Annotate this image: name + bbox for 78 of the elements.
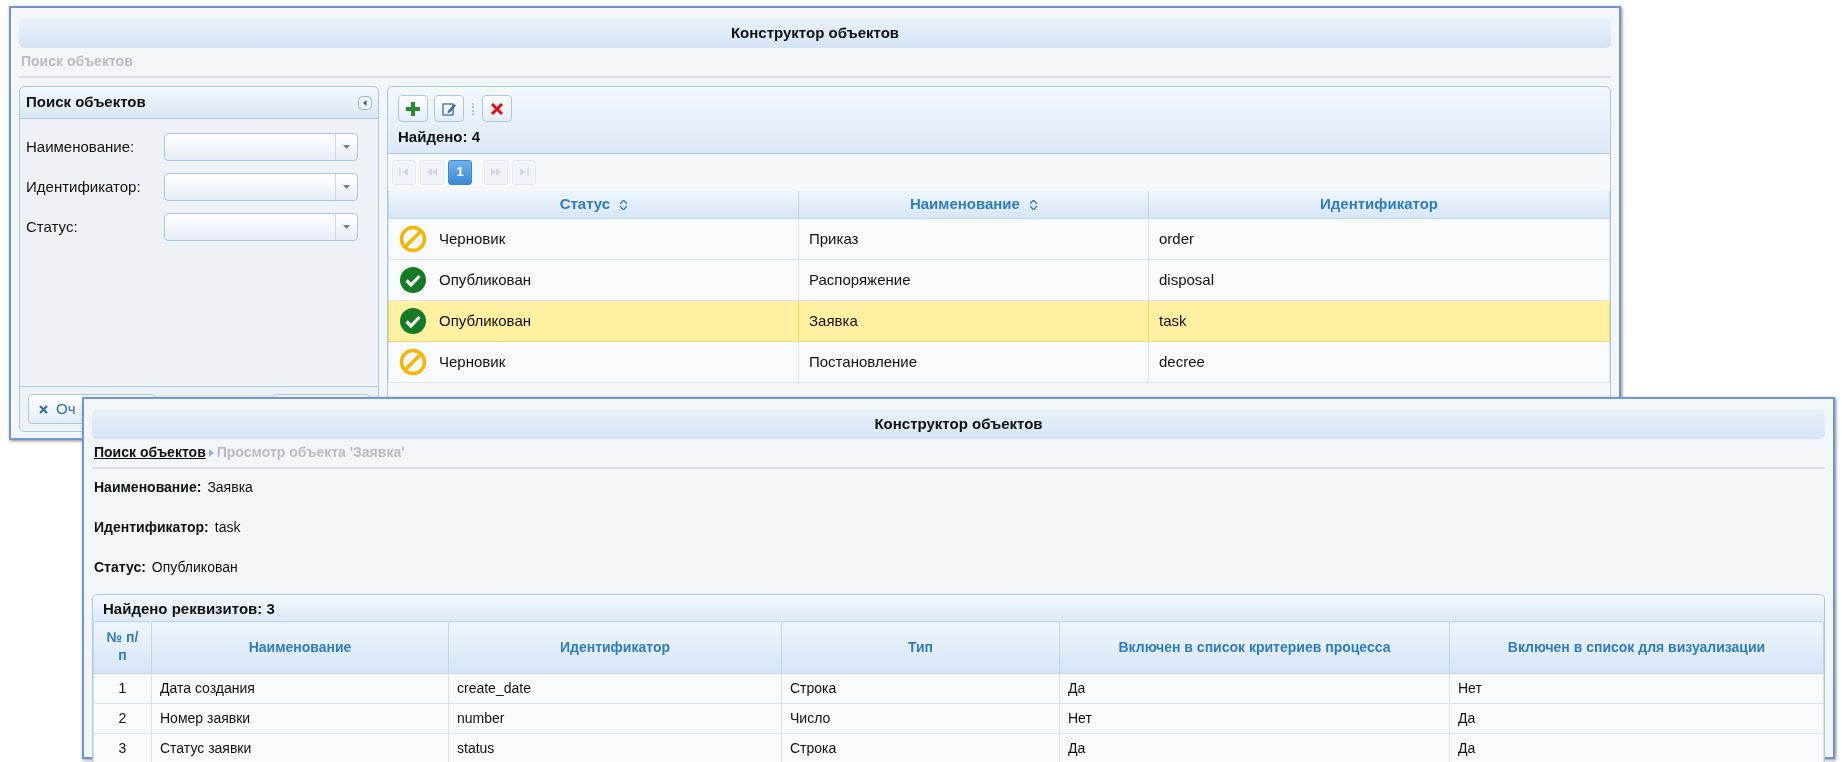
sort-icon xyxy=(1030,200,1038,211)
table-cell: 3 xyxy=(93,733,152,762)
table-cell: Заявка xyxy=(798,300,1149,342)
edit-button[interactable] xyxy=(434,95,464,122)
add-button[interactable] xyxy=(398,95,428,122)
field-label: Наименование: xyxy=(26,136,136,157)
status-label: Черновик xyxy=(439,351,506,372)
table-cell: decree xyxy=(1148,341,1610,383)
field-label: Наименование: xyxy=(94,479,202,495)
table-cell: task xyxy=(1148,300,1610,342)
result-count: Найдено: 4 xyxy=(398,127,481,147)
table-cell: Да xyxy=(1059,733,1450,762)
table-cell: Дата создания xyxy=(151,673,449,704)
table-cell: number xyxy=(448,703,782,734)
table-cell: 1 xyxy=(93,673,152,704)
table-cell: Да xyxy=(1059,673,1450,704)
column-header[interactable]: Наименование xyxy=(798,190,1149,219)
column-header: Наименование xyxy=(151,621,449,674)
column-header: Идентификатор xyxy=(448,621,782,674)
close-icon xyxy=(491,102,503,115)
table-cell: order xyxy=(1148,218,1610,260)
page-button[interactable]: 1 xyxy=(448,159,472,185)
table-cell: Да xyxy=(1449,733,1824,762)
table-cell: Нет xyxy=(1059,703,1450,734)
window-title: Конструктор объектов xyxy=(92,409,1825,439)
table-cell: Да xyxy=(1449,703,1824,734)
table-cell: status xyxy=(448,733,782,762)
combo-field[interactable] xyxy=(164,213,358,241)
column-header: Тип xyxy=(781,621,1060,674)
table-cell: Приказ xyxy=(798,218,1149,260)
edit-icon xyxy=(442,101,456,116)
column-header: Включен в список критериев процесса xyxy=(1059,621,1450,674)
column-header: № п/п xyxy=(93,621,152,674)
table-cell: Номер заявки xyxy=(151,703,449,734)
table-cell: create_date xyxy=(448,673,782,704)
field-label: Идентификатор: xyxy=(94,519,209,535)
combo-field[interactable] xyxy=(164,133,358,161)
field-label: Идентификатор: xyxy=(26,176,142,197)
column-header: Включен в список для визуализации xyxy=(1449,621,1824,674)
field-label: Статус: xyxy=(94,559,146,575)
breadcrumb-current: Просмотр объекта 'Заявка' xyxy=(216,443,405,462)
status-label: Черновик xyxy=(439,228,506,249)
caret-icon xyxy=(343,185,350,189)
next-page-icon xyxy=(490,168,502,176)
first-page-icon xyxy=(399,168,409,176)
delete-button[interactable] xyxy=(482,95,512,122)
close-icon xyxy=(39,404,48,414)
column-header[interactable]: Статус xyxy=(388,190,799,219)
table-cell: disposal xyxy=(1148,259,1610,301)
table-cell: Постановление xyxy=(798,341,1149,383)
field-value: task xyxy=(214,519,241,535)
table-cell: Строка xyxy=(781,673,1060,704)
collapse-icon[interactable] xyxy=(358,95,372,110)
panel-title: Поиск объектов xyxy=(26,92,146,113)
breadcrumb-link[interactable]: Поиск объектов xyxy=(94,442,206,463)
last-page-icon xyxy=(519,168,529,176)
caret-icon xyxy=(343,145,350,149)
table-cell: Статус заявки xyxy=(151,733,449,762)
table-cell: Распоряжение xyxy=(798,259,1149,301)
plus-icon xyxy=(406,101,420,116)
breadcrumb-arrow-icon xyxy=(208,448,214,457)
table-cell: 2 xyxy=(93,703,152,734)
sort-icon xyxy=(620,200,628,211)
field-value: Заявка xyxy=(207,479,253,495)
status-label: Опубликован xyxy=(439,269,531,290)
field-value: Опубликован xyxy=(151,559,238,575)
window-title: Конструктор объектов xyxy=(19,18,1611,48)
combo-field[interactable] xyxy=(164,173,358,201)
breadcrumb-current: Поиск объектов xyxy=(21,52,133,71)
panel-title: Найдено реквизитов: 3 xyxy=(93,595,1824,621)
field-label: Статус: xyxy=(26,216,79,237)
previous-page-icon xyxy=(426,168,438,176)
table-cell: Строка xyxy=(781,733,1060,762)
status-label: Опубликован xyxy=(439,310,531,331)
caret-icon xyxy=(343,225,350,229)
table-cell: Нет xyxy=(1449,673,1824,704)
column-header[interactable]: Идентификатор xyxy=(1148,190,1610,219)
table-cell: Число xyxy=(781,703,1060,734)
